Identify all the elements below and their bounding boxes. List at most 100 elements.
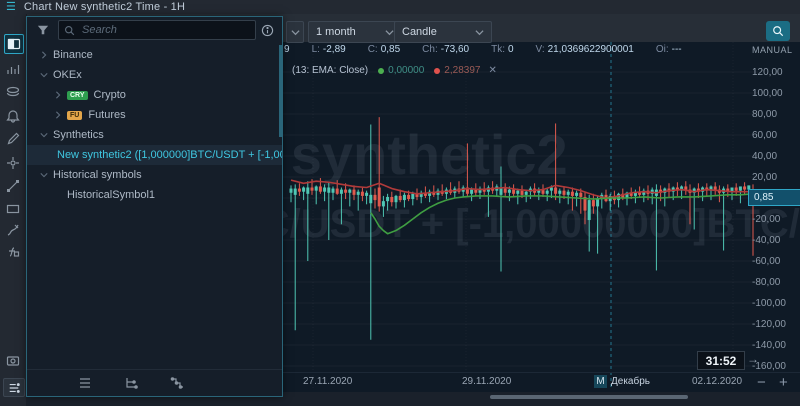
tree-item-futures[interactable]: FU Futures xyxy=(27,105,282,125)
price-tick: -100,00 xyxy=(752,298,786,309)
chart-bars-icon[interactable] xyxy=(4,60,22,78)
chart-type-select[interactable]: Candle xyxy=(394,21,492,43)
search-icon xyxy=(65,25,75,35)
status-item: L: -2,89 xyxy=(311,43,346,55)
tree-item-okex[interactable]: OKEx xyxy=(27,65,282,85)
zoom-in-button[interactable]: + xyxy=(779,374,788,391)
layers-icon[interactable] xyxy=(4,83,22,101)
brush-tool-icon[interactable] xyxy=(4,221,22,239)
tree-item-label: Historical symbols xyxy=(53,169,142,181)
date-tick: 29.11.2020 xyxy=(462,376,512,387)
status-item: C: 0,85 xyxy=(367,43,401,55)
chevron-down-icon[interactable] xyxy=(39,131,49,139)
tree-branch-icon[interactable] xyxy=(121,375,141,391)
left-toolbar xyxy=(0,14,27,406)
chevron-down-icon xyxy=(385,29,394,35)
tree-item-historicalsymbol1[interactable]: HistoricalSymbol1 xyxy=(27,185,282,205)
list-rows-icon[interactable] xyxy=(75,375,95,391)
search-box[interactable] xyxy=(58,20,256,40)
month-badge: М xyxy=(594,375,607,388)
price-tick: 80,00 xyxy=(752,109,778,120)
panel-footer xyxy=(27,369,282,396)
trend-line-icon[interactable] xyxy=(4,177,22,195)
range-select-value: 1 month xyxy=(316,26,356,38)
symbol-search-panel: Binance OKEx CRY Crypto FU Futures Synthetics N… xyxy=(26,16,283,397)
date-tick: 27.11.2020 xyxy=(303,376,353,387)
price-tick: -40,00 xyxy=(752,235,781,246)
symbol-tree: Binance OKEx CRY Crypto FU Futures Synthetics N… xyxy=(27,45,282,205)
tree-item-new[interactable]: New synthetic2 ([1,000000]BTC/USDT + [-1… xyxy=(27,145,282,165)
chart-type-value: Candle xyxy=(402,26,437,38)
price-tick: 120,00 xyxy=(752,67,783,78)
month-label: Декабрь xyxy=(611,376,650,387)
tree-item-label: Synthetics xyxy=(53,129,104,141)
market-badge-cry: CRY xyxy=(67,90,88,100)
tree-item-historical[interactable]: Historical symbols xyxy=(27,165,282,185)
ohlc-fragment: 9 xyxy=(284,43,290,55)
price-tick: 20,00 xyxy=(752,172,778,183)
bar-countdown: 31:52 xyxy=(697,351,745,370)
market-badge-fu: FU xyxy=(67,110,83,120)
price-tick: -80,00 xyxy=(752,277,781,288)
ema-label: (13: EMA: Close) xyxy=(292,65,369,76)
tree-item-label: OKEx xyxy=(53,69,82,81)
status-item: Ch: -73,60 xyxy=(422,43,470,55)
ema-slow-value: 2,28397 xyxy=(444,65,481,76)
tree-item-binance[interactable]: Binance xyxy=(27,45,282,65)
tree-item-label: New synthetic2 ([1,000000]BTC/USDT + [-1… xyxy=(57,149,282,161)
ema-slow-dot xyxy=(434,67,441,74)
rectangle-tool-icon[interactable] xyxy=(4,200,22,218)
status-item: V: 21,0369622900001 xyxy=(535,43,634,55)
status-item: Oi: --- xyxy=(655,43,682,55)
last-price-label: 0,85 xyxy=(748,189,800,206)
tree-item-label: HistoricalSymbol1 xyxy=(67,189,156,201)
chevron-down-icon[interactable] xyxy=(39,171,49,179)
price-tick: 100,00 xyxy=(752,88,783,99)
object-tree-icon[interactable] xyxy=(3,378,25,397)
magnifier-icon xyxy=(773,26,784,37)
date-tick: 02.12.2020 xyxy=(692,376,743,387)
chart-title: Chart New synthetic2 Time - 1H xyxy=(23,1,186,13)
horizontal-scrollbar[interactable] xyxy=(490,395,688,399)
chevron-right-icon[interactable] xyxy=(53,91,63,99)
watchlist-panel-icon[interactable] xyxy=(4,34,24,54)
info-icon[interactable] xyxy=(256,21,278,39)
status-item: Tk: 0 xyxy=(491,43,514,55)
alerts-bell-icon[interactable] xyxy=(4,107,22,125)
candlestick-chart[interactable] xyxy=(283,42,758,390)
crosshair-icon[interactable] xyxy=(4,154,22,172)
chevron-right-icon[interactable] xyxy=(53,111,63,119)
price-tick: 60,00 xyxy=(752,130,778,141)
menu-icon[interactable]: ☰ xyxy=(6,1,16,13)
tree-item-label: Crypto xyxy=(93,89,126,101)
filter-icon[interactable] xyxy=(32,21,54,39)
price-tick: 40,00 xyxy=(752,151,778,162)
tree-item-label: Futures xyxy=(88,109,126,121)
pencil-draw-icon[interactable] xyxy=(4,130,22,148)
tree-item-crypto[interactable]: CRY Crypto xyxy=(27,85,282,105)
price-tick: -120,00 xyxy=(752,319,786,330)
symbol-dropdown-toggle[interactable] xyxy=(286,21,304,43)
tree-steps-icon[interactable] xyxy=(167,375,187,391)
ema-fast-value: 0,00000 xyxy=(388,65,425,76)
chevron-right-icon[interactable] xyxy=(39,51,49,59)
chevron-down-icon xyxy=(475,29,484,35)
range-select[interactable]: 1 month xyxy=(308,21,402,43)
snapshot-icon[interactable] xyxy=(4,352,22,370)
go-to-realtime-icon[interactable]: → xyxy=(747,352,759,366)
symbol-search-header xyxy=(27,17,282,43)
price-tick: -60,00 xyxy=(752,256,781,267)
manual-scale-label[interactable]: MANUAL xyxy=(752,45,793,55)
search-input[interactable] xyxy=(80,23,244,37)
title-bar: ☰ Chart New synthetic2 Time - 1H xyxy=(0,0,800,14)
zoom-out-button[interactable]: − xyxy=(757,374,766,391)
tree-item-synthetics[interactable]: Synthetics xyxy=(27,125,282,145)
chart-zoom-button[interactable] xyxy=(766,21,790,41)
chevron-down-icon[interactable] xyxy=(39,71,49,79)
time-axis-border xyxy=(283,372,800,373)
indicator-fn-icon[interactable] xyxy=(4,242,22,260)
close-indicator-icon[interactable]: ✕ xyxy=(488,65,496,76)
ohlc-status-row: 9 L: -2,89 C: 0,85 Ch: -73,60 Tk: 0 V: 21,03696229… xyxy=(284,42,704,56)
ema-fast-dot xyxy=(378,67,385,74)
price-tick: -20,00 xyxy=(752,214,781,225)
